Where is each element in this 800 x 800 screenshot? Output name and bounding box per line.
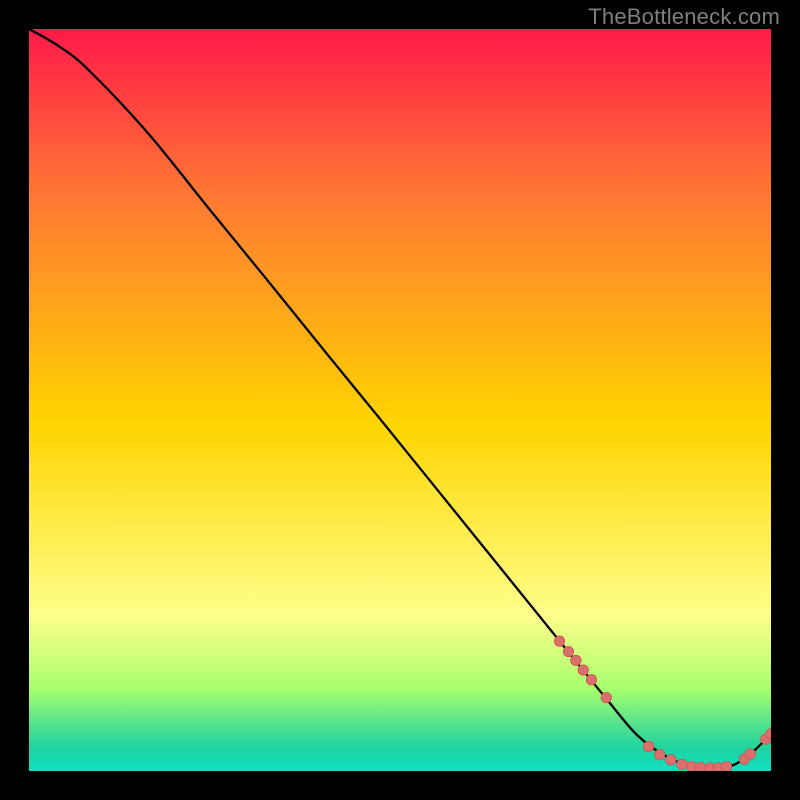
- data-marker: [695, 762, 706, 771]
- chart-stage: TheBottleneck.com: [0, 0, 800, 800]
- data-marker: [654, 749, 665, 760]
- data-marker: [666, 755, 677, 766]
- watermark-text: TheBottleneck.com: [588, 4, 780, 30]
- data-marker: [721, 761, 732, 771]
- data-marker: [586, 674, 597, 685]
- curve-layer: [29, 29, 771, 771]
- data-marker: [601, 692, 612, 703]
- markers-group: [554, 636, 771, 771]
- bottleneck-curve: [29, 29, 771, 769]
- data-marker: [571, 655, 582, 666]
- data-marker: [563, 646, 574, 657]
- plot-area: [29, 29, 771, 771]
- data-marker: [643, 741, 654, 752]
- data-marker: [554, 636, 565, 647]
- data-marker: [578, 665, 589, 676]
- data-marker: [677, 759, 688, 770]
- data-marker: [745, 749, 756, 760]
